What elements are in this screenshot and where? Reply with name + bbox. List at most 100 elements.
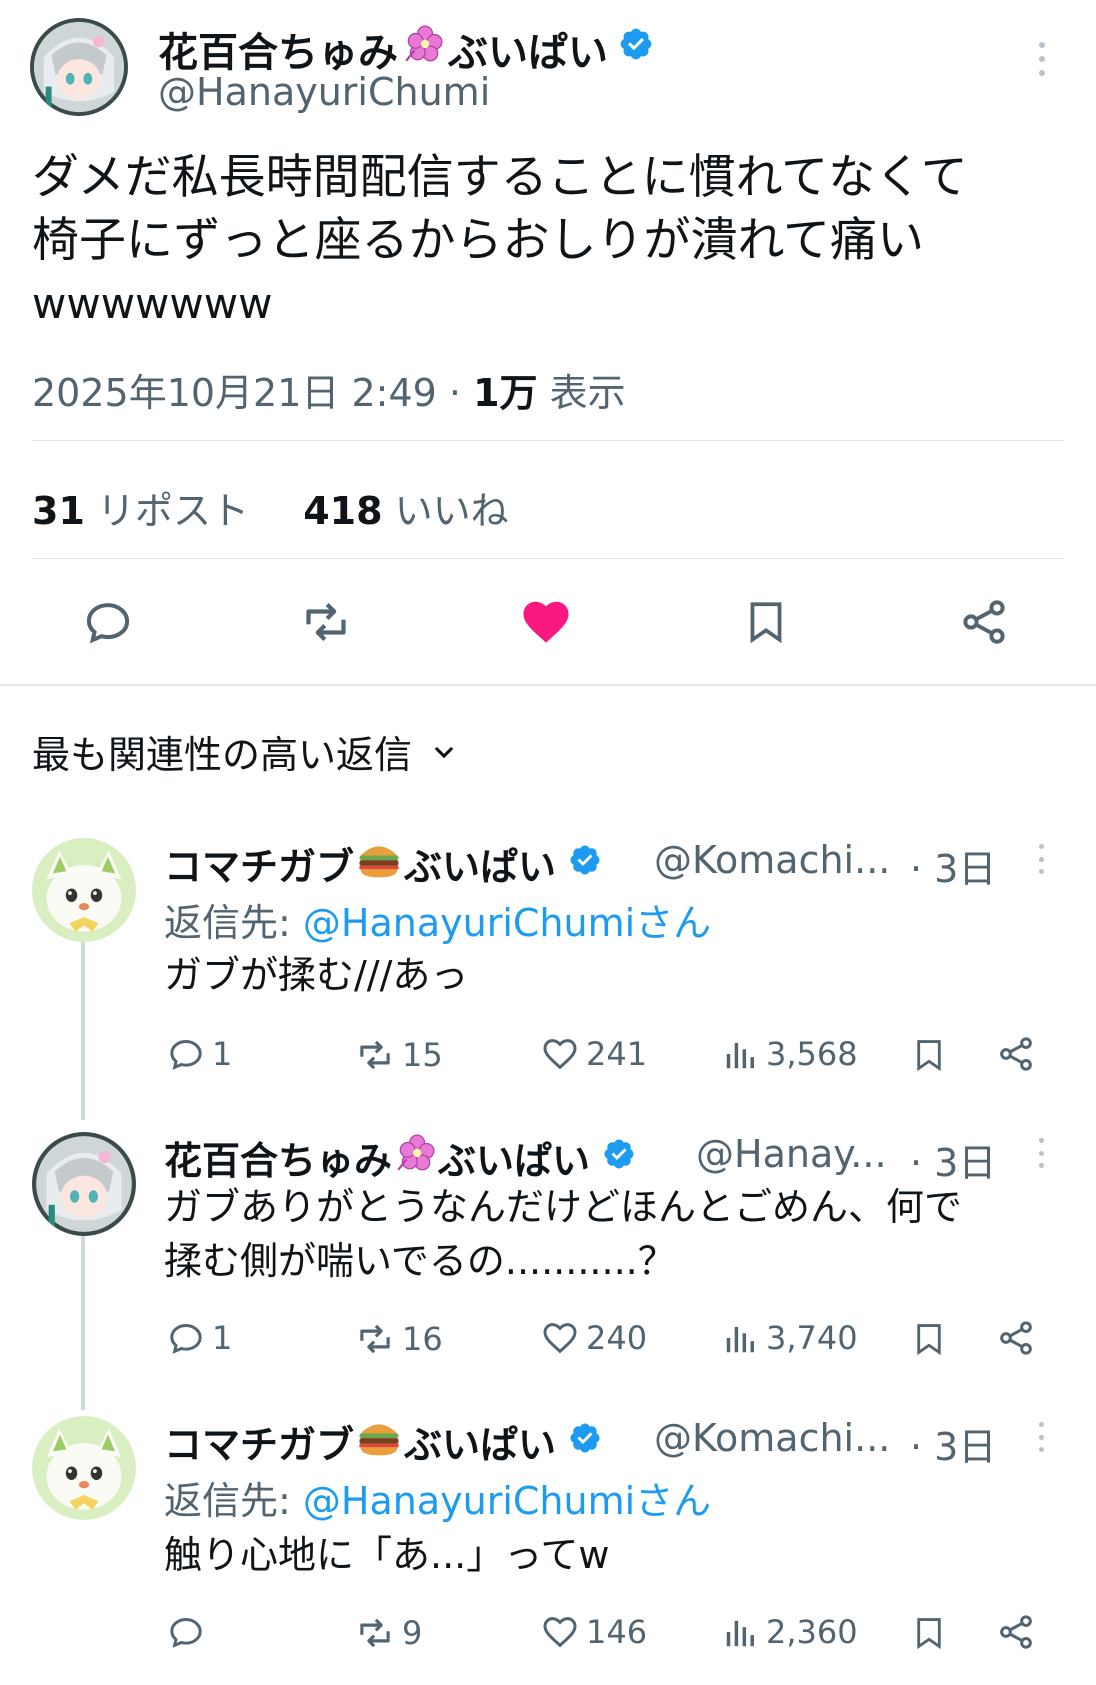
reply-timestamp[interactable]: · 3日 [910, 1132, 996, 1187]
reply-text-line: ガブありがとうなんだけどほんとごめん、何で [164, 1185, 963, 1229]
reply-button[interactable]: 1 [166, 1034, 232, 1074]
share-button[interactable] [996, 1612, 1036, 1652]
heart-filled-icon [523, 601, 569, 643]
views-button[interactable]: 2,360 [722, 1612, 858, 1652]
heart-icon [543, 1617, 577, 1648]
reply-to: 返信先: @HanayuriChumiさん [164, 1470, 711, 1525]
verified-badge-icon [602, 1136, 636, 1180]
reply-button[interactable] [166, 1612, 206, 1652]
reply-count: 1 [212, 1319, 233, 1357]
tweet-datetime[interactable]: 2025年10月21日 2:49 [32, 371, 437, 415]
more-options-icon[interactable] [1036, 1138, 1046, 1168]
reply-button[interactable] [78, 592, 138, 652]
author-avatar[interactable] [30, 18, 128, 116]
views-count: 3,568 [766, 1035, 858, 1073]
reply-text: ガブが揉む///あっ [164, 953, 469, 997]
repost-button[interactable]: 9 [354, 1612, 422, 1654]
share-icon [1000, 1321, 1032, 1355]
avatar-image [32, 838, 136, 942]
share-button[interactable] [996, 1318, 1036, 1358]
views-chart-icon [726, 1326, 754, 1353]
reply-avatar[interactable] [32, 1132, 136, 1236]
tweet-text-line: ダメだ私長時間配信することに慣れてなくて [32, 150, 968, 205]
replies-sort-label: 最も関連性の高い返信 [32, 733, 413, 777]
heart-icon [543, 1323, 577, 1354]
reply-avatar[interactable] [32, 1416, 136, 1520]
reply-avatar[interactable] [32, 838, 136, 942]
reply-author-name[interactable]: コマチガブ ぶいぱい [164, 836, 602, 891]
views-label: 表示 [549, 371, 626, 415]
more-options-icon[interactable] [1036, 42, 1048, 76]
likes-stat[interactable]: 418 いいね [303, 489, 508, 533]
thread-line [81, 1236, 85, 1410]
reply-to-handle-link[interactable]: @HanayuriChumiさん [303, 901, 711, 945]
bookmark-button[interactable] [910, 1318, 948, 1360]
bookmark-icon [917, 1324, 941, 1356]
views-count: 2,360 [766, 1613, 858, 1651]
reply-timestamp[interactable]: · 3日 [910, 838, 996, 893]
reposts-label: リポスト [96, 489, 249, 533]
reply-to-handle-link[interactable]: @HanayuriChumiさん [303, 1479, 711, 1523]
author-handle[interactable]: @HanayuriChumi [158, 70, 490, 114]
repost-icon [360, 1040, 390, 1070]
reply-author-name-suffix: ぶいぱい [438, 1139, 591, 1183]
bookmark-icon [917, 1040, 941, 1072]
reply-timestamp[interactable]: · 3日 [910, 1416, 996, 1471]
reply-author-handle[interactable]: @Hanay... [696, 1132, 887, 1176]
reply-author-name-suffix: ぶいぱい [404, 1423, 557, 1467]
reply-icon [86, 603, 130, 644]
likes-label: いいね [394, 489, 509, 533]
repost-count: 15 [402, 1036, 443, 1074]
repost-button[interactable] [296, 592, 356, 652]
reply-button[interactable]: 1 [166, 1318, 232, 1358]
like-button[interactable]: 146 [540, 1612, 647, 1652]
verified-badge-icon [568, 1420, 602, 1464]
like-count: 240 [586, 1319, 648, 1357]
views-chart-icon [726, 1042, 754, 1069]
reply-author-name-text: 花百合ちゅみ [164, 1139, 393, 1183]
like-button[interactable]: 240 [540, 1318, 647, 1358]
reply-count: 1 [212, 1035, 233, 1073]
share-button[interactable] [954, 592, 1014, 652]
reply-icon [170, 1617, 202, 1648]
reply-icon [170, 1039, 202, 1070]
more-options-icon[interactable] [1036, 844, 1046, 874]
replies-sort-dropdown[interactable]: 最も関連性の高い返信 [32, 724, 458, 779]
views-count: 3,740 [766, 1319, 858, 1357]
divider [32, 440, 1064, 441]
avatar-image [32, 1416, 136, 1520]
reply-to: 返信先: @HanayuriChumiさん [164, 892, 711, 947]
chevron-down-icon [434, 746, 454, 758]
bookmark-button[interactable] [736, 592, 796, 652]
like-button[interactable]: 241 [540, 1034, 647, 1074]
reposts-stat[interactable]: 31 リポスト [32, 489, 261, 533]
section-divider [0, 684, 1096, 686]
share-button[interactable] [996, 1034, 1036, 1074]
cherry-blossom-icon [394, 1132, 436, 1183]
verified-badge-icon [568, 842, 602, 886]
like-button[interactable] [516, 592, 576, 652]
bookmark-button[interactable] [910, 1034, 948, 1076]
meta-separator: · [448, 371, 474, 415]
bookmark-button[interactable] [910, 1612, 948, 1654]
share-icon [1000, 1037, 1032, 1071]
more-options-icon[interactable] [1036, 1422, 1046, 1452]
heart-icon [543, 1039, 577, 1070]
reply-author-name-suffix: ぶいぱい [404, 845, 557, 889]
repost-button[interactable]: 16 [354, 1318, 443, 1360]
reply-text-line: 揉む側が喘いでるの...........？ [164, 1239, 676, 1283]
reply-to-label: 返信先: [164, 901, 303, 945]
views-button[interactable]: 3,740 [722, 1318, 858, 1358]
bookmark-icon [750, 602, 782, 644]
views-button[interactable]: 3,568 [722, 1034, 858, 1074]
share-icon [963, 600, 1005, 644]
reply-author-handle[interactable]: @Komachi... [654, 838, 890, 882]
likes-count: 418 [303, 489, 383, 533]
hamburger-icon [356, 839, 402, 888]
reply-author-name[interactable]: 花百合ちゅみ ぶいぱい [164, 1130, 636, 1185]
repost-count: 9 [402, 1614, 423, 1652]
views-chart-icon [726, 1620, 754, 1647]
reply-author-name[interactable]: コマチガブ ぶいぱい [164, 1414, 602, 1469]
reply-author-handle[interactable]: @Komachi... [654, 1416, 890, 1460]
repost-button[interactable]: 15 [354, 1034, 443, 1076]
